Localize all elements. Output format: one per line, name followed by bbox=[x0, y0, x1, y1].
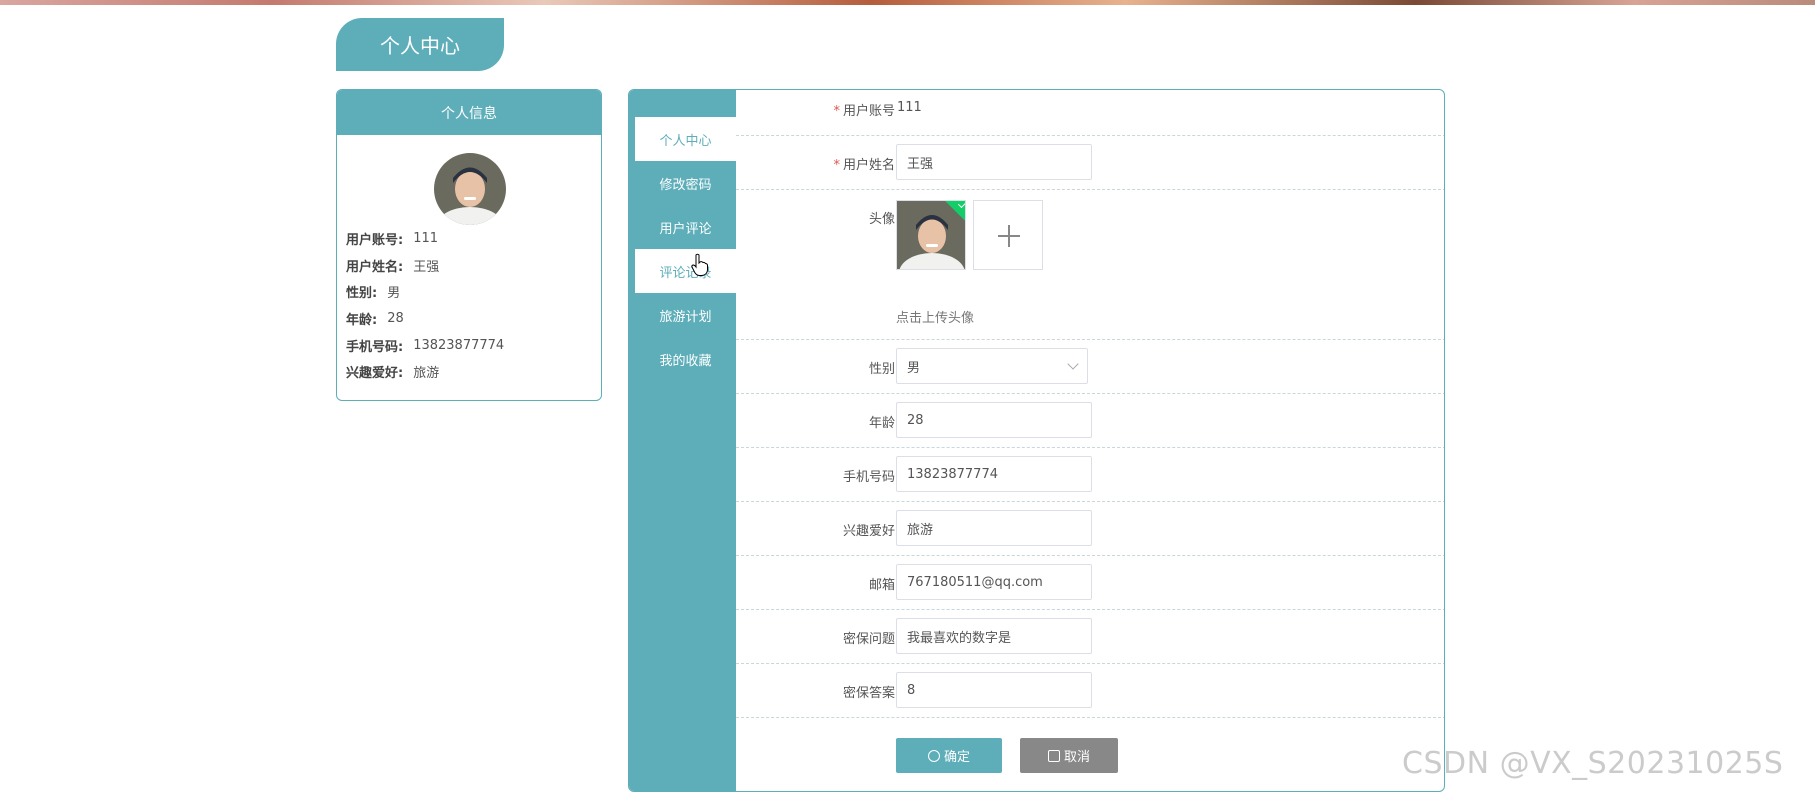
security-question-input[interactable]: 我最喜欢的数字是 bbox=[896, 618, 1092, 654]
profile-row-name: 用户姓名: 王强 bbox=[346, 259, 440, 275]
check-circle-icon bbox=[927, 749, 940, 762]
age-input[interactable]: 28 bbox=[896, 402, 1092, 438]
watermark: CSDN @VX_S20231025S bbox=[1402, 746, 1784, 781]
profile-row-hobby: 兴趣爱好: 旅游 bbox=[346, 366, 440, 382]
form-row-email: 邮箱 767180511@qq.com bbox=[736, 556, 1444, 610]
name-label: * 用户姓名 bbox=[833, 158, 895, 173]
form-row-avatar: 头像 点击上传头像 bbox=[736, 190, 1444, 340]
profile-row-phone: 手机号码: 13823877774 bbox=[346, 337, 505, 355]
profile-row-gender: 性别: 男 bbox=[346, 286, 401, 302]
gender-select[interactable]: 男 bbox=[896, 348, 1088, 384]
security-answer-input[interactable]: 8 bbox=[896, 672, 1092, 708]
form-row-name: * 用户姓名 王强 bbox=[736, 136, 1444, 190]
form-row-gender: 性别 男 bbox=[736, 340, 1444, 394]
nav-item-favorites[interactable]: 我的收藏 bbox=[635, 337, 736, 381]
profile-row-account: 用户账号: 111 bbox=[346, 230, 439, 248]
hand-pointer-icon bbox=[691, 253, 709, 281]
profile-info-list: 用户账号: 111 用户姓名: 王强 性别: 男 年龄: 28 手机号码: 13… bbox=[346, 225, 504, 385]
top-banner-image bbox=[0, 0, 1815, 5]
account-value: 111 bbox=[897, 100, 922, 115]
close-square-icon bbox=[1047, 749, 1060, 762]
form-row-account: * 用户账号 111 bbox=[736, 90, 1444, 136]
side-nav: 个人中心 修改密码 用户评论 评论记录 旅游计划 我的收藏 bbox=[629, 90, 736, 791]
profile-card-header: 个人信息 bbox=[337, 90, 601, 135]
profile-form-panel: 个人中心 修改密码 用户评论 评论记录 旅游计划 我的收藏 * 用户账号 111 … bbox=[628, 89, 1445, 792]
avatar-upload-hint: 点击上传头像 bbox=[896, 311, 975, 326]
account-label: * 用户账号 bbox=[833, 104, 895, 119]
name-input[interactable]: 王强 bbox=[896, 144, 1092, 180]
form-row-security-answer: 密保答案 8 bbox=[736, 664, 1444, 718]
form-row-hobby: 兴趣爱好 旅游 bbox=[736, 502, 1444, 556]
nav-item-travel-plan[interactable]: 旅游计划 bbox=[635, 293, 736, 337]
form-row-security-question: 密保问题 我最喜欢的数字是 bbox=[736, 610, 1444, 664]
profile-row-age: 年龄: 28 bbox=[346, 310, 404, 328]
avatar-upload-button[interactable] bbox=[973, 200, 1043, 270]
email-label: 邮箱 bbox=[868, 578, 895, 593]
cancel-button[interactable]: 取消 bbox=[1020, 738, 1118, 773]
security-question-label: 密保问题 bbox=[842, 632, 895, 647]
avatar-label: 头像 bbox=[868, 212, 895, 227]
chevron-down-icon bbox=[1067, 358, 1079, 370]
phone-input[interactable]: 13823877774 bbox=[896, 456, 1092, 492]
phone-label: 手机号码 bbox=[842, 470, 895, 485]
security-answer-label: 密保答案 bbox=[842, 686, 895, 701]
form-row-phone: 手机号码 13823877774 bbox=[736, 448, 1444, 502]
gender-label: 性别 bbox=[868, 362, 895, 377]
nav-item-user-comments[interactable]: 用户评论 bbox=[635, 205, 736, 249]
age-label: 年龄 bbox=[868, 416, 895, 431]
confirm-button[interactable]: 确定 bbox=[896, 738, 1002, 773]
nav-item-comment-records[interactable]: 评论记录 bbox=[635, 249, 736, 293]
page-title: 个人中心 bbox=[336, 18, 504, 71]
nav-item-change-password[interactable]: 修改密码 bbox=[635, 161, 736, 205]
nav-item-personal-center[interactable]: 个人中心 bbox=[635, 117, 736, 161]
avatar bbox=[434, 153, 506, 225]
avatar-thumbnail[interactable] bbox=[896, 200, 966, 270]
email-input[interactable]: 767180511@qq.com bbox=[896, 564, 1092, 600]
profile-card: 个人信息 用户账号: 111 用户姓名: 王强 性别: 男 年龄: 28 手机号… bbox=[336, 89, 602, 401]
form-row-age: 年龄 28 bbox=[736, 394, 1444, 448]
hobby-label: 兴趣爱好 bbox=[842, 524, 895, 539]
hobby-input[interactable]: 旅游 bbox=[896, 510, 1092, 546]
